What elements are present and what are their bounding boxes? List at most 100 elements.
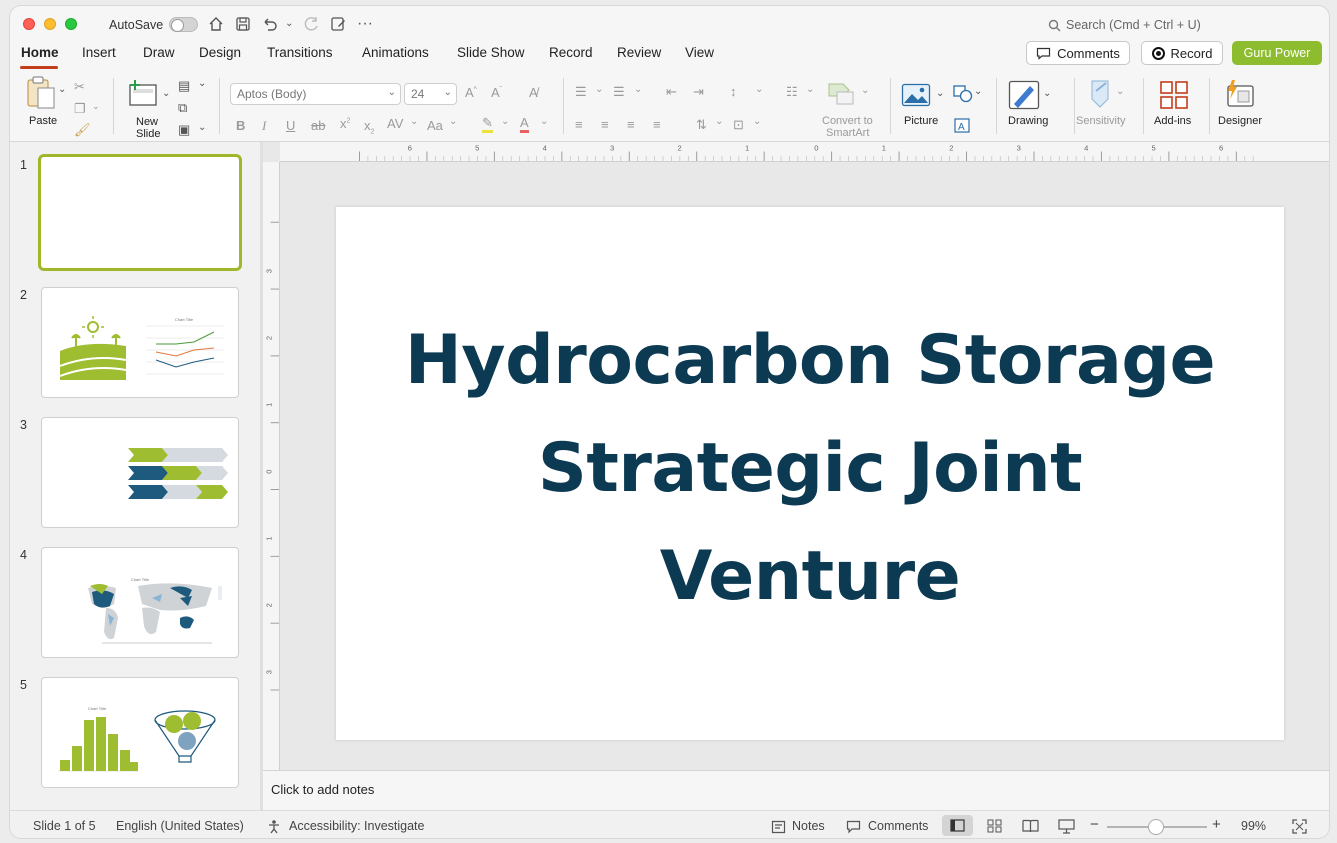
smartart-dropdown-icon[interactable]: ⌄	[861, 85, 869, 96]
guru-power-button[interactable]: Guru Power	[1232, 41, 1322, 65]
paste-dropdown-icon[interactable]: ⌄	[58, 84, 66, 95]
slide-canvas[interactable]: Hydrocarbon Storage Strategic Joint Vent…	[336, 207, 1284, 740]
new-slide-dropdown-icon[interactable]: ⌄	[162, 88, 170, 99]
underline-icon[interactable]: U	[286, 118, 295, 133]
more-icon[interactable]: ···	[357, 15, 373, 33]
tab-transitions[interactable]: Transitions	[267, 45, 333, 60]
slide-thumbnail-4[interactable]: Chart Title	[41, 547, 239, 658]
search-box[interactable]: Search (Cmd + Ctrl + U)	[1048, 18, 1201, 32]
change-case-dropdown-icon[interactable]: ⌄	[449, 116, 457, 127]
convert-smartart-label-1[interactable]: Convert to	[822, 115, 873, 127]
numbering-dropdown-icon[interactable]: ⌄	[634, 84, 642, 95]
reading-view-icon[interactable]	[1022, 819, 1039, 833]
zoom-slider-thumb[interactable]	[1148, 819, 1164, 835]
tab-record[interactable]: Record	[549, 45, 593, 60]
tab-draw[interactable]: Draw	[143, 45, 175, 60]
align-right-icon[interactable]: ≡	[627, 117, 635, 132]
change-case-icon[interactable]: Aa	[427, 118, 443, 133]
notes-icon[interactable]	[771, 820, 786, 834]
bold-icon[interactable]: B	[236, 118, 245, 133]
highlight-dropdown-icon[interactable]: ⌄	[501, 116, 509, 127]
paste-label[interactable]: Paste	[29, 115, 57, 127]
copy-icon[interactable]: ❐	[74, 101, 86, 117]
slide-thumbnail-1[interactable]	[38, 154, 242, 271]
new-slide-label-2[interactable]: Slide	[136, 128, 160, 140]
bullets-icon[interactable]: ☰	[575, 84, 587, 100]
line-spacing-icon[interactable]: ↕	[730, 84, 737, 99]
comments-toggle[interactable]: Comments	[868, 819, 928, 833]
text-direction-icon[interactable]: ⇅	[696, 117, 707, 133]
character-spacing-icon[interactable]: AV	[387, 116, 403, 131]
shapes-dropdown-icon[interactable]: ⌄	[974, 86, 982, 97]
slide-thumbnail-3[interactable]	[41, 417, 239, 528]
slide-sorter-icon[interactable]	[987, 819, 1002, 833]
comments-status-icon[interactable]	[846, 820, 861, 834]
slide-thumbnail-2[interactable]: Chart Title	[41, 287, 239, 398]
notes-toggle[interactable]: Notes	[792, 819, 825, 833]
columns-dropdown-icon[interactable]: ⌄	[806, 84, 814, 95]
fit-to-window-icon[interactable]	[1292, 819, 1307, 834]
redo-icon[interactable]	[302, 15, 320, 33]
tab-home[interactable]: Home	[21, 45, 59, 60]
bullets-dropdown-icon[interactable]: ⌄	[595, 84, 603, 95]
align-center-icon[interactable]: ≡	[601, 117, 609, 132]
align-left-icon[interactable]: ≡	[575, 117, 583, 132]
drawing-icon[interactable]	[1008, 80, 1040, 110]
sensitivity-label[interactable]: Sensitivity	[1076, 115, 1126, 127]
tab-view[interactable]: View	[685, 45, 714, 60]
align-text-dropdown-icon[interactable]: ⌄	[753, 116, 761, 127]
sensitivity-dropdown-icon[interactable]: ⌄	[1116, 86, 1124, 97]
layout-dropdown-icon[interactable]: ⌄	[198, 78, 206, 89]
font-size-select[interactable]: 24 ⌄	[404, 83, 457, 105]
sensitivity-icon[interactable]	[1086, 79, 1114, 109]
font-name-select[interactable]: Aptos (Body) ⌄	[230, 83, 401, 105]
superscript-icon[interactable]: x2	[340, 116, 350, 131]
picture-dropdown-icon[interactable]: ⌄	[936, 88, 944, 99]
slide-thumbnail-5[interactable]: Chart Title	[41, 677, 239, 788]
font-color-dropdown-icon[interactable]: ⌄	[540, 116, 548, 127]
slide-show-icon[interactable]	[1058, 819, 1075, 834]
italic-icon[interactable]: I	[262, 118, 266, 134]
slide-title[interactable]: Hydrocarbon Storage Strategic Joint Vent…	[376, 307, 1244, 631]
layout-icon[interactable]: ▤	[178, 78, 190, 94]
notes-pane[interactable]: Click to add notes	[263, 770, 1329, 810]
copy-dropdown-icon[interactable]: ⌄	[92, 101, 100, 112]
decrease-indent-icon[interactable]: ⇤	[666, 84, 677, 100]
tab-review[interactable]: Review	[617, 45, 661, 60]
zoom-in-button[interactable]: +	[1212, 816, 1221, 833]
clear-formatting-icon[interactable]: A̸	[529, 85, 538, 100]
tab-insert[interactable]: Insert	[82, 45, 116, 60]
section-dropdown-icon[interactable]: ⌄	[198, 122, 206, 133]
new-slide-label-1[interactable]: New	[136, 116, 158, 128]
add-ins-icon[interactable]	[1159, 80, 1189, 110]
new-slide-icon[interactable]	[127, 80, 159, 108]
zoom-out-button[interactable]: −	[1090, 816, 1099, 833]
tab-animations[interactable]: Animations	[362, 45, 429, 60]
text-box-icon[interactable]: A	[954, 118, 970, 133]
record-button[interactable]: Record	[1141, 41, 1223, 65]
paste-icon[interactable]	[25, 76, 57, 110]
zoom-level[interactable]: 99%	[1241, 819, 1266, 833]
character-spacing-dropdown-icon[interactable]: ⌄	[410, 116, 418, 127]
increase-font-icon[interactable]: A^	[465, 85, 477, 100]
home-icon[interactable]	[207, 15, 225, 33]
format-painter-icon[interactable]: 🖌	[74, 122, 91, 138]
zoom-window-button[interactable]	[65, 18, 77, 30]
align-text-icon[interactable]: ⊡	[733, 117, 744, 133]
undo-dropdown-icon[interactable]: ⌄	[285, 18, 293, 29]
designer-label[interactable]: Designer	[1218, 115, 1262, 127]
justify-icon[interactable]: ≡	[653, 117, 661, 132]
picture-icon[interactable]	[901, 82, 931, 108]
text-direction-dropdown-icon[interactable]: ⌄	[715, 116, 723, 127]
save-as-icon[interactable]	[329, 15, 347, 33]
drawing-dropdown-icon[interactable]: ⌄	[1043, 88, 1051, 99]
shapes-icon[interactable]	[953, 85, 973, 103]
undo-icon[interactable]	[261, 15, 279, 33]
save-icon[interactable]	[234, 15, 252, 33]
numbering-icon[interactable]: ☰	[613, 84, 625, 100]
section-icon[interactable]: ▣	[178, 122, 190, 138]
reset-slide-icon[interactable]: ⧉	[178, 100, 187, 116]
columns-icon[interactable]: ☷	[786, 84, 798, 100]
tab-slide-show[interactable]: Slide Show	[457, 45, 525, 60]
convert-smartart-label-2[interactable]: SmartArt	[826, 127, 869, 139]
